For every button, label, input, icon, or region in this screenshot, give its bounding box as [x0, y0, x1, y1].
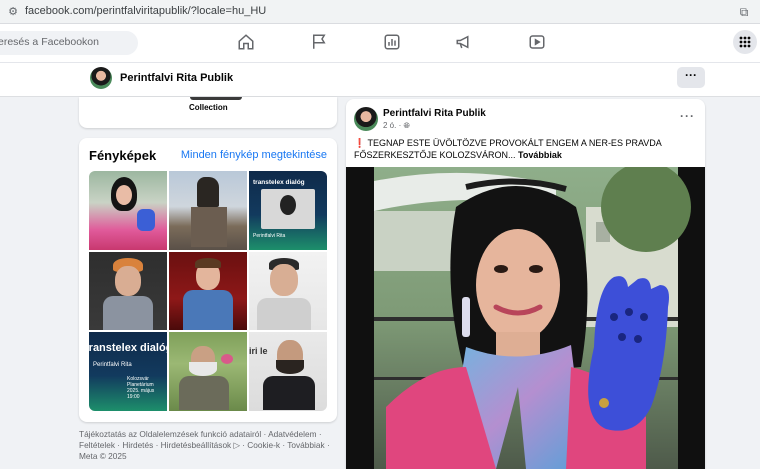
footer-link[interactable]: Továbbiak [287, 440, 324, 450]
browser-address-bar: ⚙ facebook.com/perintfalviritapublik/?lo… [0, 0, 760, 24]
photo-thumbnail[interactable]: transtelex dialóg Perintfalvi Rita Koloz… [89, 332, 167, 411]
photo-thumbnail[interactable]: iri le [249, 332, 327, 411]
post-author-avatar[interactable] [354, 107, 378, 131]
facebook-top-nav [0, 24, 760, 63]
photo-event-line: 19:00 [127, 394, 140, 401]
dashboard-icon[interactable] [383, 33, 403, 53]
footer-link[interactable]: Feltételek [79, 440, 115, 450]
post-options-button[interactable]: ··· [680, 109, 695, 123]
post-meta: 2 ó. · 🌐︎ [383, 121, 410, 130]
flag-icon[interactable] [310, 33, 330, 53]
photo-thumbnail[interactable] [169, 251, 247, 331]
megaphone-icon[interactable] [455, 33, 475, 53]
photo-thumbnail[interactable] [169, 332, 247, 411]
page-header: Perintfalvi Rita Publik ··· [0, 63, 760, 97]
photo-caption: transtelex dialóg [253, 179, 305, 186]
photo-thumbnail[interactable]: transtelex dialóg Perintfalvi Rita [249, 171, 327, 250]
footer-link[interactable]: Hirdetés [122, 440, 153, 450]
photos-card: Fényképek Minden fénykép megtekintése tr… [79, 138, 337, 422]
globe-icon: 🌐︎ [403, 121, 410, 130]
ad-choices-icon[interactable]: ▷ [234, 440, 240, 450]
post-card: Perintfalvi Rita Publik 2 ó. · 🌐︎ ··· ❗ … [346, 99, 705, 469]
page-more-button[interactable]: ··· [677, 67, 705, 88]
page-title[interactable]: Perintfalvi Rita Publik [120, 72, 233, 84]
url-text[interactable]: facebook.com/perintfalviritapublik/?loca… [25, 5, 266, 17]
footer-link[interactable]: Tájékoztatás az Oldalelemzések funkció a… [79, 429, 261, 439]
post-time[interactable]: 2 ó. [383, 121, 396, 130]
post-body: ❗ TEGNAP ESTE ÜVÖLTÖZVE PROVOKÁLT ENGEM … [354, 138, 662, 160]
photo-thumbnail[interactable] [169, 171, 247, 250]
install-app-icon[interactable]: ⧉ [736, 4, 752, 20]
footer-links: Tájékoztatás az Oldalelemzések funkció a… [79, 429, 330, 461]
photo-thumbnail[interactable] [89, 171, 167, 250]
photo-subcaption: Perintfalvi Rita [93, 362, 132, 369]
see-more-link[interactable]: Továbbiak [518, 150, 562, 160]
post-text: ❗ TEGNAP ESTE ÜVÖLTÖZVE PROVOKÁLT ENGEM … [354, 137, 699, 161]
video-icon[interactable] [528, 33, 548, 53]
photo-caption: transtelex dialóg [89, 342, 167, 355]
post-image[interactable] [346, 167, 705, 469]
apps-grid-button[interactable] [733, 30, 757, 54]
photo-caption: iri le [249, 346, 268, 357]
page-avatar[interactable] [90, 67, 112, 89]
footer-link[interactable]: Adatvédelem [268, 429, 316, 439]
photos-title: Fényképek [89, 148, 157, 163]
collection-card: Collection [79, 97, 337, 128]
photo-grid: transtelex dialóg Perintfalvi Rita trans… [89, 171, 327, 411]
post-photo [346, 167, 705, 469]
footer-copyright: Meta © 2025 [79, 451, 127, 461]
home-icon[interactable] [237, 33, 257, 53]
photo-thumbnail[interactable] [249, 251, 327, 331]
search-input[interactable] [0, 36, 128, 48]
photo-thumbnail[interactable] [89, 251, 167, 331]
footer-link[interactable]: Cookie-k [247, 440, 280, 450]
apps-grid-icon [739, 36, 751, 48]
site-settings-icon[interactable]: ⚙ [6, 5, 20, 19]
post-author[interactable]: Perintfalvi Rita Publik [383, 108, 486, 119]
collection-thumbnail[interactable] [190, 97, 242, 100]
search-box[interactable] [0, 31, 138, 55]
photo-subcaption: Perintfalvi Rita [253, 233, 286, 239]
footer-link[interactable]: Hirdetésbeállítások [161, 440, 232, 450]
see-all-photos-link[interactable]: Minden fénykép megtekintése [181, 149, 327, 161]
collection-label[interactable]: Collection [189, 103, 228, 112]
